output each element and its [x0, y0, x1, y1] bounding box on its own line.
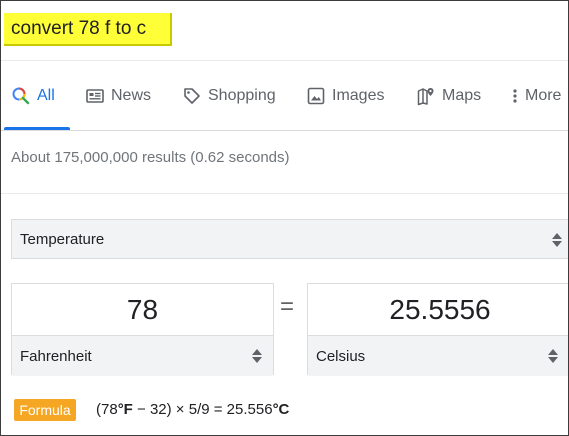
active-tab-indicator: [4, 127, 70, 130]
tab-label: Images: [332, 87, 385, 104]
to-converter: 25.5556 Celsius: [307, 283, 568, 376]
divider: [1, 193, 568, 194]
formula-middle: − 32) × 5/9 = 25.556: [132, 401, 273, 418]
tab-images[interactable]: Images: [306, 61, 384, 131]
formula-text: (78°F − 32) × 5/9 = 25.556°C: [96, 401, 289, 418]
from-converter: 78 Fahrenheit: [11, 283, 274, 376]
tag-icon: [182, 86, 202, 106]
select-arrows-icon: [252, 348, 262, 364]
to-value-input[interactable]: 25.5556: [308, 284, 568, 336]
image-icon: [306, 86, 326, 106]
select-arrows-icon: [552, 232, 562, 248]
from-unit-label: Fahrenheit: [20, 347, 92, 365]
tab-news[interactable]: News: [85, 61, 151, 131]
map-pin-icon: [416, 86, 436, 106]
from-value-input[interactable]: 78: [12, 284, 273, 336]
formula-badge: Formula: [14, 399, 76, 421]
tab-label: News: [111, 87, 152, 104]
search-icon: [11, 86, 31, 106]
tab-label: More: [525, 87, 562, 104]
browser-frame: convert 78 f to c All News Shopping Imag…: [0, 0, 569, 436]
formula-unit-c: °C: [272, 401, 290, 418]
tab-label: Shopping: [208, 87, 276, 104]
result-stats: About 175,000,000 results (0.62 seconds): [11, 149, 290, 166]
unit-category-label: Temperature: [20, 230, 105, 248]
unit-category-select[interactable]: Temperature: [11, 219, 568, 259]
more-vert-icon: [511, 86, 519, 106]
to-unit-select[interactable]: Celsius: [308, 336, 568, 376]
tab-all[interactable]: All: [11, 61, 55, 131]
equals-sign: =: [280, 293, 295, 320]
select-arrows-icon: [548, 348, 558, 364]
search-query[interactable]: convert 78 f to c: [11, 18, 146, 40]
news-icon: [85, 86, 105, 106]
from-unit-select[interactable]: Fahrenheit: [12, 336, 273, 376]
tab-label: Maps: [442, 87, 482, 104]
tab-label: All: [37, 87, 55, 104]
formula-unit-f: °F: [117, 401, 133, 418]
tab-maps[interactable]: Maps: [416, 61, 481, 131]
tab-shopping[interactable]: Shopping: [182, 61, 276, 131]
formula-open: (78: [96, 401, 118, 418]
search-tabs: All News Shopping Images Maps More: [1, 61, 568, 131]
to-unit-label: Celsius: [316, 347, 366, 365]
search-bar[interactable]: convert 78 f to c: [1, 1, 568, 61]
tab-more[interactable]: More: [511, 61, 561, 131]
